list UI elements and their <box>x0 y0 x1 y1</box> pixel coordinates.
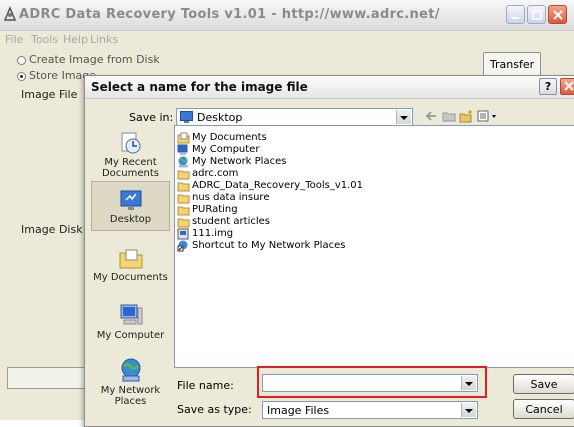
file-name: My Network Places <box>192 156 287 167</box>
dialog-title: Select a name for the image file <box>91 80 308 94</box>
place-label: My Network Places <box>100 385 161 407</box>
maximize-icon <box>532 10 542 20</box>
file-name-label: File name: <box>177 379 234 392</box>
image-file-icon <box>177 228 189 240</box>
my-computer-icon <box>177 144 188 155</box>
help-button[interactable]: ? <box>539 78 557 95</box>
main-window-title: ADRC Data Recovery Tools v1.01 - http://… <box>19 7 440 22</box>
my-computer-icon <box>120 304 142 325</box>
file-name: PURating <box>192 204 238 215</box>
file-name-input[interactable] <box>262 374 478 392</box>
menu-tools[interactable]: Tools <box>31 33 58 46</box>
place-label: Desktop <box>109 214 152 225</box>
save-as-type-label: Save as type: <box>177 403 252 416</box>
folder-icon <box>177 170 190 180</box>
dialog-title-bar[interactable]: Select a name for the image file ? <box>85 76 574 99</box>
folder-icon <box>177 182 190 192</box>
minimize-icon <box>512 17 519 19</box>
shortcut-icon <box>177 240 188 252</box>
close-icon <box>564 81 574 91</box>
place-label: My Computer <box>96 330 165 341</box>
place-desktop[interactable]: Desktop <box>91 181 170 231</box>
image-disk-label: Image Disk <box>21 223 83 236</box>
place-my-recent-documents[interactable]: My Recent Documents <box>91 131 170 179</box>
network-places-icon <box>121 358 140 382</box>
network-places-icon <box>178 156 188 168</box>
menu-bar: File Tools Help Links <box>0 31 574 48</box>
save-button[interactable]: Save <box>513 374 574 394</box>
new-folder-icon[interactable] <box>459 109 474 123</box>
maximize-button[interactable] <box>527 5 546 24</box>
main-title-bar[interactable]: ADRC Data Recovery Tools v1.01 - http://… <box>0 0 574 31</box>
desktop-icon <box>120 190 141 210</box>
app-icon <box>3 6 17 21</box>
file-name: My Computer <box>192 144 260 155</box>
menu-links[interactable]: Links <box>90 33 118 46</box>
status-field <box>7 367 87 389</box>
desktop-small-icon <box>180 111 193 123</box>
cancel-button[interactable]: Cancel <box>513 399 574 419</box>
chevron-down-icon[interactable] <box>461 376 476 390</box>
save-as-type-value: Image Files <box>267 404 330 417</box>
places-bar: My Recent Documents Desktop My Documents <box>91 125 170 407</box>
my-documents-folder-icon <box>177 132 190 144</box>
file-name: 111.img <box>192 228 234 239</box>
file-name: nus data insure <box>192 192 270 203</box>
save-file-dialog: Select a name for the image file ? Save … <box>84 75 574 427</box>
file-name: Shortcut to My Network Places <box>192 240 346 251</box>
dialog-close-button[interactable] <box>560 78 574 95</box>
file-name: My Documents <box>192 132 267 143</box>
save-in-value: Desktop <box>197 111 243 124</box>
minimize-button[interactable] <box>506 5 525 24</box>
place-my-network-places[interactable]: My Network Places <box>91 357 170 407</box>
save-in-label: Save in: <box>129 111 174 124</box>
folder-icon <box>177 218 190 228</box>
save-as-type-dropdown[interactable]: Image Files <box>262 401 478 419</box>
place-my-computer[interactable]: My Computer <box>91 302 170 344</box>
close-icon <box>553 10 563 20</box>
file-name: student articles <box>192 216 270 227</box>
back-arrow-icon[interactable] <box>424 109 438 123</box>
option-create-image[interactable]: Create Image from Disk <box>17 53 160 67</box>
folder-icon <box>177 206 190 216</box>
recent-documents-icon <box>121 132 140 154</box>
up-folder-icon[interactable] <box>442 109 456 123</box>
place-my-documents[interactable]: My Documents <box>91 246 170 286</box>
radio-button-selected[interactable] <box>17 71 26 81</box>
image-file-label: Image File <box>21 88 78 101</box>
file-name: adrc.com <box>192 168 239 179</box>
close-button[interactable] <box>548 5 567 24</box>
chevron-down-icon[interactable] <box>461 403 476 417</box>
save-in-dropdown[interactable]: Desktop <box>176 108 413 126</box>
chevron-down-icon[interactable] <box>396 110 411 124</box>
view-menu-icon[interactable] <box>477 109 499 123</box>
menu-file[interactable]: File <box>5 33 23 46</box>
file-name: ADRC_Data_Recovery_Tools_v1.01 <box>192 180 364 191</box>
radio-button[interactable] <box>17 55 26 65</box>
place-label: My Documents <box>93 272 168 283</box>
menu-help[interactable]: Help <box>63 33 88 46</box>
my-documents-icon <box>119 249 142 269</box>
place-label: My Recent Documents <box>101 157 160 179</box>
file-list[interactable]: My Documents My Computer My Network Plac… <box>174 125 574 368</box>
option-label: Create Image from Disk <box>29 53 160 66</box>
folder-icon <box>177 194 190 204</box>
